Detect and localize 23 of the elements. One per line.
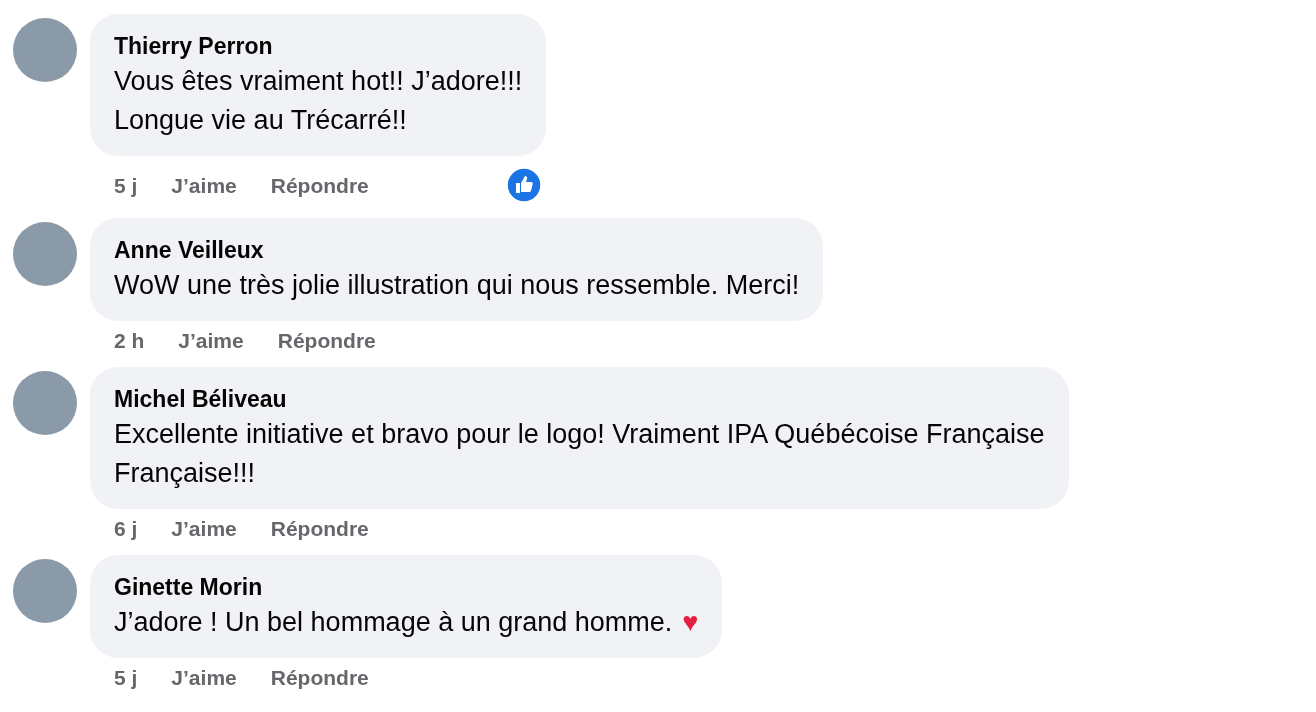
reply-link[interactable]: Répondre xyxy=(270,513,369,545)
like-link[interactable]: J’aime xyxy=(178,325,244,357)
comment-text: Excellente initiative et bravo pour le logo! Vraiment IPA Québécoise Française xyxy=(114,418,1045,451)
like-link[interactable]: J’aime xyxy=(171,513,237,545)
heart-emoji: ♥ xyxy=(682,607,699,637)
comment-time[interactable]: 5 j xyxy=(114,662,138,694)
like-link[interactable]: J’aime xyxy=(171,170,237,202)
comment-time[interactable]: 6 j xyxy=(114,513,138,545)
reply-link[interactable]: Répondre xyxy=(277,325,376,357)
commenter-name[interactable]: Ginette Morin xyxy=(114,571,699,603)
comment-text: Longue vie au Trécarré!! xyxy=(114,104,408,137)
comment-text: Vous êtes vraiment hot!! J’adore!!! xyxy=(114,65,523,98)
comment-text: WoW une très jolie illustration qui nous ressemble. Merci! xyxy=(114,269,800,302)
comment-time[interactable]: 5 j xyxy=(114,170,138,202)
commenter-name[interactable]: Michel Béliveau xyxy=(114,383,1045,415)
reply-link[interactable]: Répondre xyxy=(270,662,369,694)
commenter-name[interactable]: Anne Veilleux xyxy=(114,234,800,266)
reply-link[interactable]: Répondre xyxy=(270,170,369,202)
like-link[interactable]: J’aime xyxy=(171,662,237,694)
comment-text: J’adore ! Un bel hommage à un grand homme. ♥ xyxy=(114,606,699,639)
comment-time[interactable]: 2 h xyxy=(114,325,145,357)
commenter-name[interactable]: Thierry Perron xyxy=(114,30,523,62)
comment-text: Française!!! xyxy=(114,457,257,490)
